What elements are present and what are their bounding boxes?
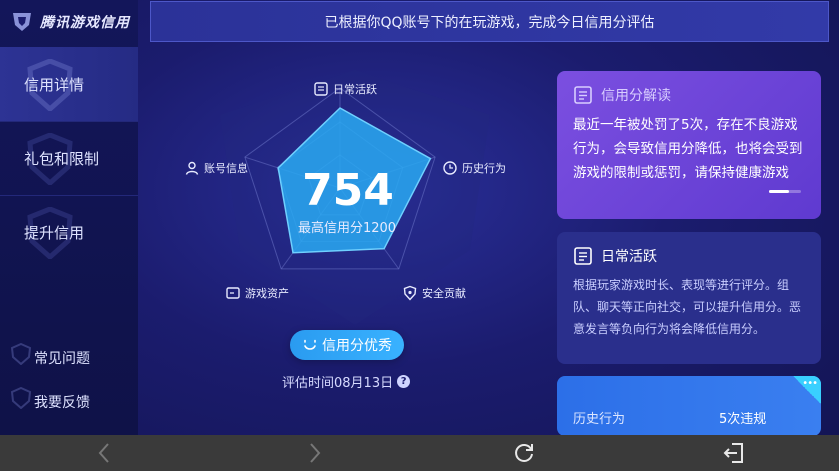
sidebar-item-gifts-limits[interactable]: 礼包和限制 bbox=[0, 121, 138, 195]
sidebar-item-credit-detail[interactable]: 信用详情 bbox=[0, 47, 138, 121]
sidebar: 腾讯游戏信用 信用详情 礼包和限制 提升信用 常见问题 我要反馈 bbox=[0, 0, 138, 435]
wallet-icon bbox=[226, 287, 240, 299]
sidebar-item-label: 信用详情 bbox=[24, 75, 85, 94]
evaluation-time: 评估时间08月13日 ? bbox=[282, 372, 411, 391]
axis-label-text: 账号信息 bbox=[204, 162, 248, 175]
sidebar-item-label: 提升信用 bbox=[24, 223, 85, 242]
shield-icon bbox=[10, 343, 32, 365]
credit-grade-label: 信用分优秀 bbox=[322, 338, 392, 354]
feedback-link[interactable]: 我要反馈 bbox=[10, 387, 90, 413]
card-title: 日常活跃 bbox=[601, 249, 657, 265]
axis-security: 安全贡献 bbox=[402, 285, 466, 301]
axis-game-assets: 游戏资产 bbox=[225, 285, 289, 301]
history-value: 5次违规 bbox=[719, 412, 767, 427]
faq-link[interactable]: 常见问题 bbox=[10, 343, 90, 369]
sidebar-item-label: 礼包和限制 bbox=[24, 149, 100, 168]
credit-score: 754 bbox=[302, 165, 394, 216]
axis-history: 历史行为 bbox=[442, 160, 506, 176]
smile-icon bbox=[304, 339, 316, 350]
exit-icon[interactable] bbox=[722, 441, 746, 465]
more-icon[interactable]: ••• bbox=[793, 376, 821, 404]
faq-label: 常见问题 bbox=[34, 351, 90, 367]
bottom-navigation-bar bbox=[0, 435, 839, 471]
axis-label-text: 安全贡献 bbox=[422, 287, 466, 300]
shield-icon bbox=[10, 387, 32, 409]
refresh-icon[interactable] bbox=[512, 441, 536, 465]
logo-icon bbox=[13, 13, 31, 31]
document-icon bbox=[574, 247, 592, 265]
axis-account-info: 账号信息 bbox=[184, 160, 248, 176]
axis-label-text: 游戏资产 bbox=[245, 287, 289, 300]
app-logo: 腾讯游戏信用 bbox=[10, 10, 130, 34]
history-behavior-card[interactable]: ••• 历史行为 5次违规 bbox=[557, 376, 821, 436]
feedback-label: 我要反馈 bbox=[34, 395, 90, 411]
evaluation-time-text: 评估时间08月13日 bbox=[282, 376, 394, 391]
credit-interpretation-card[interactable]: 信用分解读 最近一年被处罚了5次，存在不良游戏行为，会导致信用分降低，也将会受到… bbox=[557, 71, 821, 219]
sidebar-item-improve-credit[interactable]: 提升信用 bbox=[0, 195, 138, 269]
max-score-text: 最高信用分1200 bbox=[297, 221, 397, 236]
user-icon bbox=[185, 161, 199, 175]
credit-grade-button[interactable]: 信用分优秀 bbox=[290, 330, 404, 360]
card-body: 根据玩家游戏时长、表现等进行评分。组队、聊天等正向社交，可以提升信用分。恶意发言… bbox=[573, 278, 802, 336]
card-title: 信用分解读 bbox=[601, 88, 671, 104]
carousel-indicator bbox=[769, 190, 801, 193]
shield-icon bbox=[403, 285, 417, 301]
clock-icon bbox=[443, 161, 457, 175]
banner-text: 已根据你QQ账号下的在玩游戏，完成今日信用分评估 bbox=[324, 14, 655, 31]
axis-daily-activity: 日常活跃 bbox=[313, 81, 377, 97]
forward-icon[interactable] bbox=[302, 441, 326, 465]
history-key: 历史行为 bbox=[573, 412, 626, 427]
daily-activity-card[interactable]: 日常活跃 根据玩家游戏时长、表现等进行评分。组队、聊天等正向社交，可以提升信用分… bbox=[557, 232, 821, 364]
axis-label-text: 历史行为 bbox=[462, 162, 506, 175]
question-icon[interactable]: ? bbox=[397, 375, 411, 388]
back-icon[interactable] bbox=[93, 441, 117, 465]
document-icon bbox=[314, 82, 328, 96]
assessment-banner: 已根据你QQ账号下的在玩游戏，完成今日信用分评估 bbox=[150, 1, 829, 42]
axis-label-text: 日常活跃 bbox=[333, 83, 377, 96]
card-body: 最近一年被处罚了5次，存在不良游戏行为，会导致信用分降低，也将会受到游戏的限制或… bbox=[573, 117, 803, 181]
app-title: 腾讯游戏信用 bbox=[40, 15, 130, 31]
document-icon bbox=[574, 86, 592, 104]
